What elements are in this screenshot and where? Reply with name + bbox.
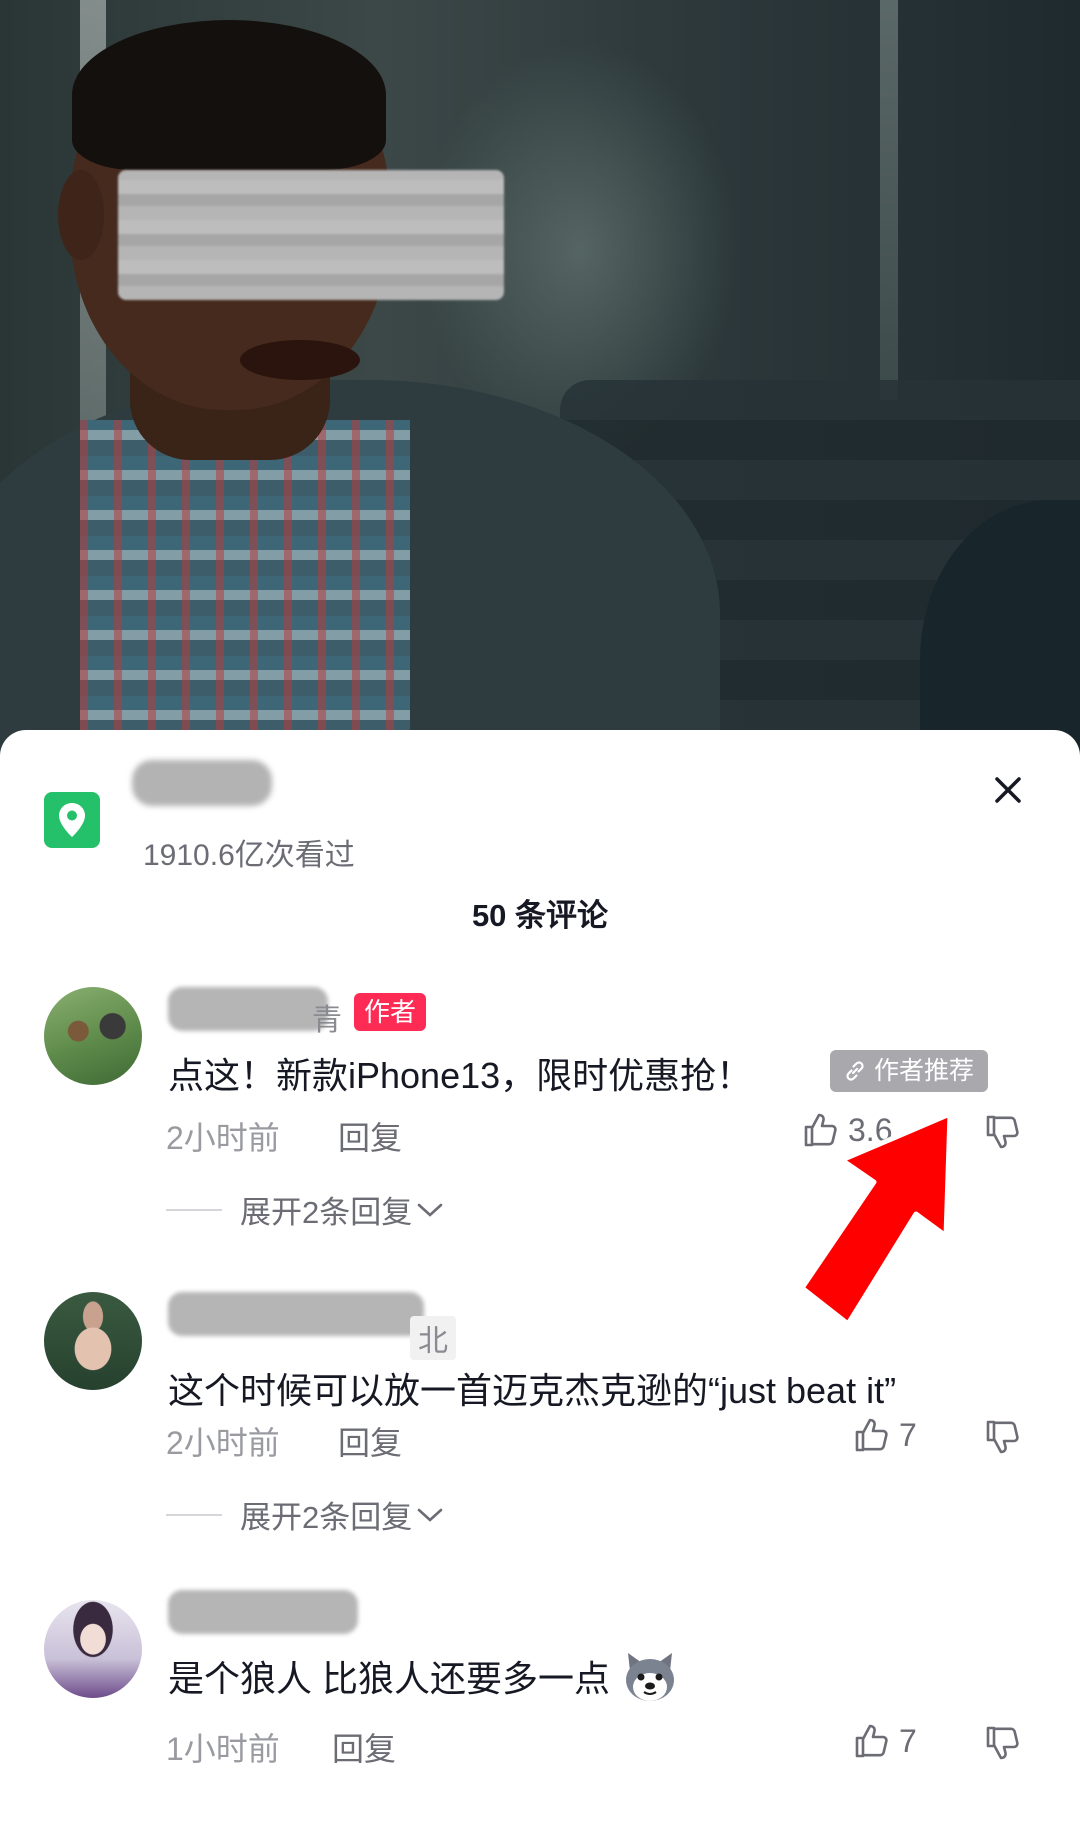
- reply-button[interactable]: 回复: [332, 1724, 396, 1770]
- username-suffix: 北: [410, 1316, 456, 1360]
- username-redacted[interactable]: [168, 1292, 424, 1336]
- username-redacted[interactable]: [168, 987, 328, 1031]
- reply-button[interactable]: 回复: [338, 1113, 402, 1159]
- thumbs-down-icon: [986, 1420, 1019, 1454]
- chevron-down-icon: [417, 1508, 443, 1522]
- close-icon[interactable]: [988, 770, 1028, 810]
- dislike-button[interactable]: [984, 1113, 1022, 1155]
- comment-text-body: 是个狼人 比狼人还要多一点: [168, 1658, 611, 1699]
- author-recommend-tag[interactable]: 作者推荐: [830, 1050, 989, 1092]
- like-button[interactable]: 7: [853, 1722, 917, 1760]
- thumbs-up-icon: [855, 1724, 888, 1758]
- link-icon: [846, 1061, 864, 1081]
- expand-label: 展开2条回复: [240, 1500, 413, 1535]
- reply-button[interactable]: 回复: [338, 1418, 402, 1464]
- view-count: 1910.6亿次看过: [143, 839, 355, 872]
- comment-time: 1小时前: [166, 1731, 280, 1767]
- annotation-arrow-icon: [800, 1111, 953, 1327]
- thumbs-down-icon: [986, 1115, 1019, 1149]
- thumbs-up-icon: [855, 1418, 888, 1452]
- expand-label: 展开2条回复: [240, 1195, 413, 1230]
- username-suffix: 青: [312, 1004, 342, 1037]
- expand-replies-button[interactable]: 展开2条回复: [166, 1187, 444, 1232]
- video-frame[interactable]: [0, 0, 1080, 760]
- avatar[interactable]: [44, 987, 142, 1085]
- comment-time: 2小时前: [166, 1425, 280, 1461]
- author-badge: 作者: [354, 993, 427, 1031]
- thumbs-down-icon: [986, 1726, 1019, 1760]
- like-button[interactable]: 7: [853, 1416, 917, 1454]
- chevron-down-icon: [417, 1203, 443, 1217]
- recommend-label: 作者推荐: [874, 1057, 975, 1085]
- avatar[interactable]: [44, 1600, 142, 1698]
- comments-title: 50 条评论: [471, 898, 609, 933]
- comment-time: 2小时前: [166, 1120, 280, 1156]
- location-name-redacted[interactable]: [132, 760, 272, 806]
- like-count: 7: [899, 1722, 917, 1759]
- comment-text: 是个狼人 比狼人还要多一点: [168, 1650, 678, 1712]
- censor-bar: [118, 170, 504, 300]
- husky-emoji-icon: [622, 1651, 678, 1712]
- like-count: 7: [899, 1416, 917, 1453]
- dislike-button[interactable]: [984, 1418, 1022, 1460]
- expand-replies-button[interactable]: 展开2条回复: [166, 1492, 444, 1537]
- dislike-button[interactable]: [984, 1724, 1022, 1766]
- location-pin-icon[interactable]: [44, 792, 100, 848]
- avatar[interactable]: [44, 1292, 142, 1390]
- username-redacted[interactable]: [168, 1590, 358, 1634]
- comment-text: 点这！新款iPhone13，限时优惠抢！: [168, 1055, 753, 1096]
- comment-text: 这个时候可以放一首迈克杰克逊的“just beat it”: [168, 1370, 897, 1411]
